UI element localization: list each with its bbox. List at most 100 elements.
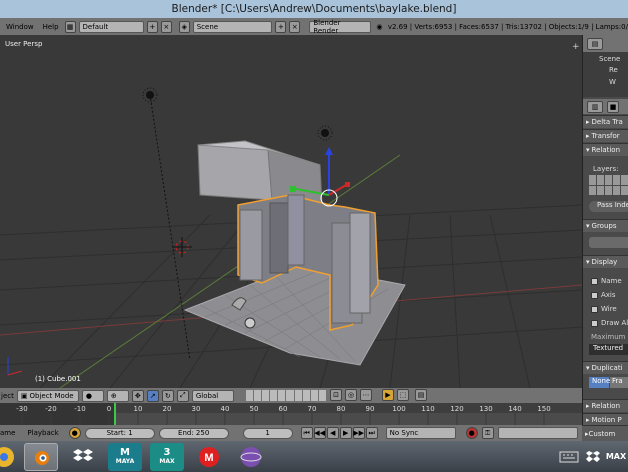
render-preview-icon[interactable]: ▶ bbox=[382, 389, 394, 401]
3d-viewport[interactable]: User Persp (1) Cube.001 + bbox=[0, 35, 582, 388]
layer-button[interactable] bbox=[310, 390, 318, 401]
keying-set-icon[interactable]: ⚿ bbox=[481, 427, 494, 439]
y-arrow-icon[interactable] bbox=[290, 186, 296, 192]
outliner-editor-icon[interactable]: ▤ bbox=[587, 38, 603, 50]
outliner-renderlayers[interactable]: Re bbox=[609, 66, 618, 74]
panel-display[interactable]: ▾ Display bbox=[583, 255, 628, 268]
panel-transform-locks[interactable]: ▸ Transfor bbox=[583, 129, 628, 142]
snap-target-icon[interactable]: ⬚ bbox=[397, 389, 409, 401]
rotate-manipulator-icon[interactable]: ↻ bbox=[161, 389, 174, 402]
pass-index-field[interactable]: Pass Inde bbox=[589, 201, 628, 212]
layer-button[interactable] bbox=[294, 390, 302, 401]
mode-select[interactable]: ▣ Object Mode bbox=[16, 389, 79, 402]
frame-menu[interactable]: ame bbox=[0, 429, 15, 437]
proportional-edit-icon[interactable]: ◎ bbox=[345, 389, 357, 401]
add-scene-button[interactable]: + bbox=[275, 20, 287, 33]
lamp-icon[interactable] bbox=[146, 91, 154, 99]
layer-grid[interactable] bbox=[589, 175, 628, 195]
layout-select[interactable]: Default bbox=[78, 20, 144, 33]
sync-select[interactable]: No Sync bbox=[385, 427, 456, 439]
panel-groups[interactable]: ▾ Groups bbox=[583, 219, 628, 232]
start-frame-field[interactable]: Start: 1 bbox=[84, 427, 155, 439]
panel-custom-properties[interactable]: ▸ Custom bbox=[582, 425, 628, 441]
layer-button[interactable] bbox=[262, 390, 270, 401]
layer-cell[interactable] bbox=[597, 185, 604, 195]
3dsmax-icon[interactable]: 3 MAX bbox=[150, 442, 184, 471]
layer-cell[interactable] bbox=[621, 185, 628, 195]
layer-cell[interactable] bbox=[589, 185, 596, 195]
layer-cell[interactable] bbox=[613, 185, 620, 195]
keyboard-tray-icon[interactable] bbox=[558, 443, 580, 471]
menu-window[interactable]: Window bbox=[3, 23, 37, 31]
makerbot-icon[interactable]: M bbox=[192, 443, 226, 471]
layer-button[interactable] bbox=[246, 390, 254, 401]
scene-select[interactable]: Scene bbox=[192, 20, 273, 33]
jump-start-icon[interactable]: ⏮ bbox=[300, 427, 313, 439]
layer-button[interactable] bbox=[318, 390, 326, 401]
manipulator-toggle-icon[interactable]: ✥ bbox=[131, 389, 144, 402]
play-icon[interactable]: ▶ bbox=[339, 427, 352, 439]
layer-button[interactable] bbox=[278, 390, 286, 401]
display-wire-checkbox[interactable]: Wire bbox=[591, 305, 617, 313]
add-to-group-button[interactable] bbox=[589, 237, 628, 248]
keyframe-record-icon[interactable]: ● bbox=[68, 427, 81, 439]
shading-select[interactable]: ● bbox=[81, 389, 104, 402]
timeline-canvas[interactable]: -30 -20 -10 0 10 20 30 40 50 60 70 80 90 100 110 120 130… bbox=[0, 403, 582, 425]
orientation-select[interactable]: Global bbox=[191, 389, 234, 402]
dropbox-tray-icon[interactable] bbox=[584, 443, 602, 471]
properties-editor-icon[interactable]: ▥ bbox=[587, 101, 603, 113]
scene-icon[interactable]: ◈ bbox=[178, 20, 190, 33]
pivot-select[interactable]: ⊕ bbox=[106, 389, 129, 402]
add-layout-button[interactable]: + bbox=[146, 20, 158, 33]
jump-end-icon[interactable]: ⏭ bbox=[365, 427, 378, 439]
viewport-expand-icon[interactable]: + bbox=[572, 43, 580, 52]
chrome-icon[interactable] bbox=[0, 443, 16, 471]
panel-relations-extras[interactable]: ▸ Relation bbox=[583, 399, 628, 412]
z-arrow-icon[interactable] bbox=[325, 147, 333, 155]
timeline-area[interactable]: -30 -20 -10 0 10 20 30 40 50 60 70 80 90 100 110 120 130… bbox=[0, 403, 582, 425]
menu-help[interactable]: Help bbox=[40, 23, 62, 31]
object-menu[interactable]: ject bbox=[0, 392, 14, 400]
outliner-scene[interactable]: Scene bbox=[599, 55, 620, 63]
translate-manipulator-icon[interactable]: ↗ bbox=[146, 389, 159, 402]
blender-icon[interactable] bbox=[24, 442, 58, 471]
dup-none-button[interactable]: None bbox=[589, 377, 610, 388]
remove-layout-button[interactable]: × bbox=[160, 20, 172, 33]
render-engine-select[interactable]: Blender Render bbox=[309, 19, 372, 35]
layer-cell[interactable] bbox=[597, 175, 604, 185]
panel-duplication[interactable]: ▾ Duplicati bbox=[583, 361, 628, 374]
layer-cell[interactable] bbox=[621, 175, 628, 185]
display-name-checkbox[interactable]: Name bbox=[591, 277, 622, 285]
snap-icon[interactable]: ⋯ bbox=[360, 389, 372, 401]
dup-frames-button[interactable]: Fra bbox=[610, 377, 628, 388]
dropbox-icon[interactable] bbox=[66, 443, 100, 471]
layer-cell[interactable] bbox=[613, 175, 620, 185]
layer-buttons[interactable] bbox=[246, 390, 326, 401]
layer-button[interactable] bbox=[254, 390, 262, 401]
layer-button[interactable] bbox=[270, 390, 278, 401]
current-frame-field[interactable]: 1 bbox=[242, 427, 293, 439]
playback-menu[interactable]: Playback bbox=[19, 429, 58, 437]
object-tab-icon[interactable]: ■ bbox=[607, 101, 619, 113]
x-arrow-icon[interactable] bbox=[345, 182, 350, 187]
layer-button[interactable] bbox=[302, 390, 310, 401]
panel-delta-transform[interactable]: ▸ Delta Tra bbox=[583, 115, 628, 128]
sun-lamp-icon[interactable] bbox=[321, 129, 329, 137]
auto-keying-icon[interactable]: ● bbox=[465, 427, 478, 439]
layer-cell[interactable] bbox=[589, 175, 596, 185]
draw-type-select[interactable]: Textured bbox=[589, 344, 628, 355]
lock-icon[interactable]: ⊡ bbox=[330, 389, 342, 401]
display-axis-checkbox[interactable]: Axis bbox=[591, 291, 616, 299]
remove-scene-button[interactable]: × bbox=[289, 20, 301, 33]
outliner-world[interactable]: W bbox=[609, 78, 616, 86]
layer-cell[interactable] bbox=[605, 175, 612, 185]
panel-relations[interactable]: ▾ Relation bbox=[583, 143, 628, 156]
display-drawall-checkbox[interactable]: Draw Al bbox=[591, 319, 628, 327]
play-reverse-icon[interactable]: ◀ bbox=[326, 427, 339, 439]
keying-set-select[interactable] bbox=[497, 427, 578, 439]
maya-icon[interactable]: M MAYA bbox=[108, 442, 142, 471]
max-tray-icon[interactable]: MAX bbox=[606, 443, 626, 471]
next-keyframe-icon[interactable]: ▶▶ bbox=[352, 427, 365, 439]
end-frame-field[interactable]: End: 250 bbox=[158, 427, 229, 439]
prev-keyframe-icon[interactable]: ◀◀ bbox=[313, 427, 326, 439]
